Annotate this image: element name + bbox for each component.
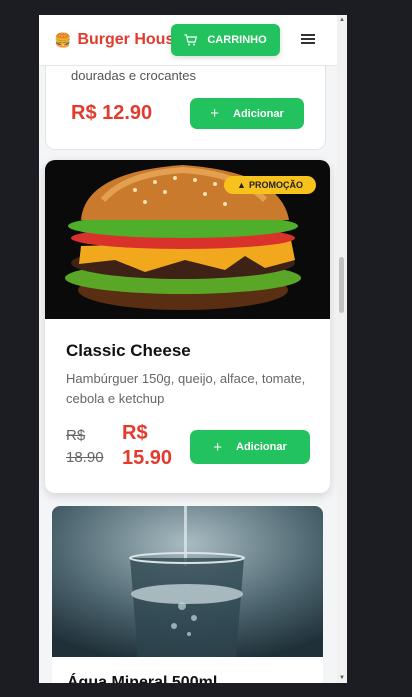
site-title: Burger House: [77, 31, 184, 48]
fire-icon: ▲: [237, 180, 246, 190]
app-viewport: douradas e crocantes R$ 12.90 + Adiciona…: [39, 15, 347, 683]
promo-badge-label: PROMOÇÃO: [248, 180, 303, 190]
scrollbar-thumb[interactable]: [339, 257, 344, 313]
add-button-label: Adicionar: [236, 441, 287, 453]
product-description: Hambúrguer 150g, queijo, alface, tomate,…: [66, 371, 306, 406]
burger-icon: 🍔: [54, 31, 72, 48]
cart-button[interactable]: CARRINHO: [171, 24, 280, 56]
promo-badge: ▲ PROMOÇÃO: [224, 176, 316, 194]
logo[interactable]: 🍔 Burger House: [54, 31, 183, 49]
hamburger-menu-icon[interactable]: [301, 32, 315, 46]
plus-icon: +: [210, 105, 220, 122]
scroll-up-icon[interactable]: ▲: [339, 17, 345, 23]
plus-icon: +: [213, 438, 223, 456]
product-name: Classic Cheese: [66, 341, 191, 360]
product-card: Água Mineral 500ml: [52, 506, 323, 683]
product-image: [52, 506, 323, 657]
product-card: ▲ PROMOÇÃO Classic Cheese Hambúrguer 150…: [45, 160, 330, 493]
product-price: R$ 15.90: [122, 422, 173, 469]
add-to-cart-button[interactable]: + Adicionar: [190, 430, 310, 464]
cart-button-label: CARRINHO: [207, 34, 267, 46]
add-to-cart-button[interactable]: + Adicionar: [190, 98, 304, 129]
product-price: R$ 12.90: [71, 102, 153, 124]
cart-icon: [184, 34, 198, 46]
add-button-label: Adicionar: [233, 107, 284, 120]
old-price: R$ 18.90: [66, 427, 104, 466]
scrollbar[interactable]: ▲ ▼: [337, 15, 347, 683]
scroll-down-icon[interactable]: ▼: [339, 675, 345, 681]
top-header: 🍔 Burger House CARRINHO: [39, 15, 337, 66]
product-name: Água Mineral 500ml: [67, 674, 218, 683]
product-description: douradas e crocantes: [71, 68, 197, 83]
